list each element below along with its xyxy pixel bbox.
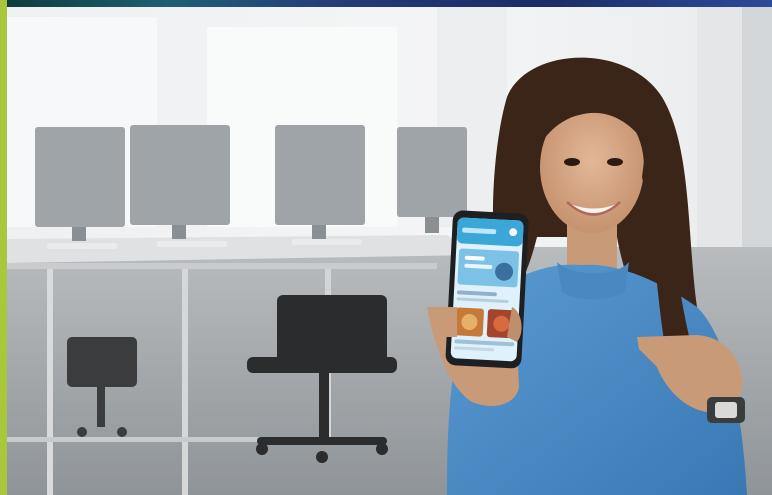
banner-photo: [0, 0, 772, 495]
top-decorative-strip: [0, 0, 772, 7]
left-accent-bar: [0, 0, 7, 495]
smartphone-icon: [445, 210, 529, 369]
photo-scene: [7, 7, 772, 495]
